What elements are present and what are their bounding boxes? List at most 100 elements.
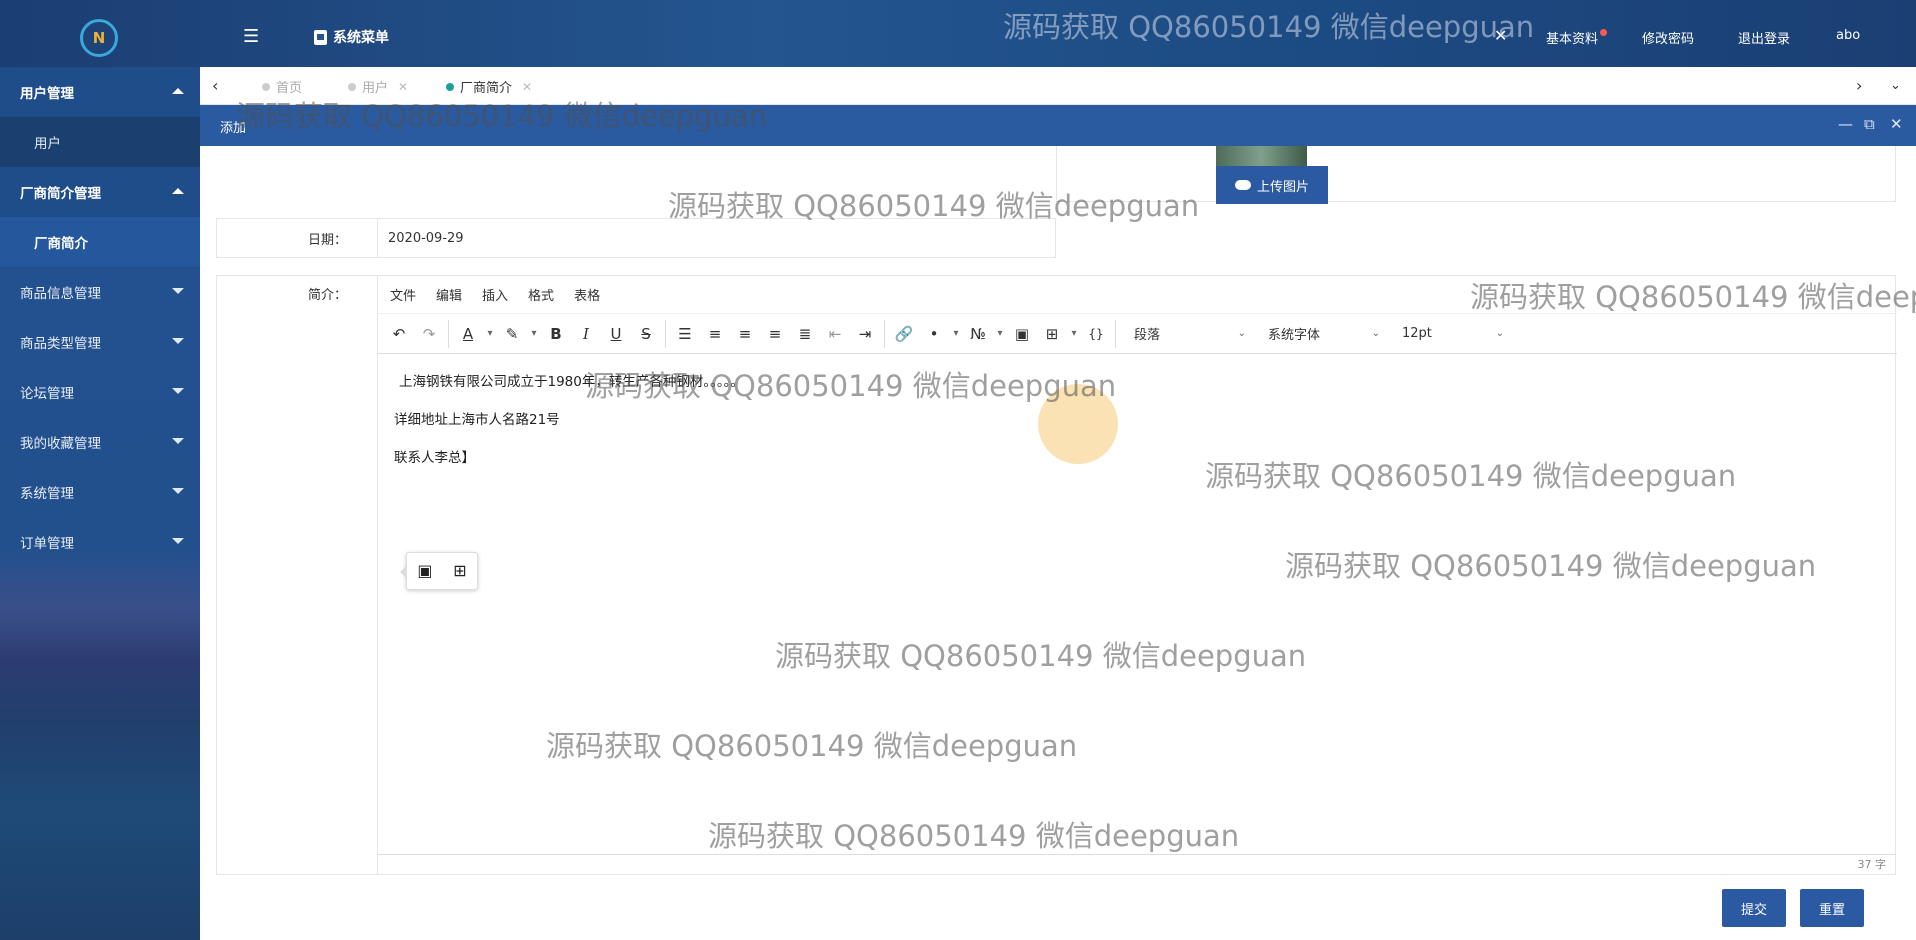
tab-next-icon[interactable]: › (1856, 76, 1862, 95)
rich-text-editor: 文件 编辑 插入 格式 表格 ↶ ↷ A ▾ ✎ ▾ B I U S ☰ ≡ ≡… (377, 276, 1897, 874)
image-icon[interactable]: ▣ (1007, 319, 1037, 349)
menu-file[interactable]: 文件 (390, 285, 416, 304)
dialog-title: 添加 (220, 121, 247, 136)
uploaded-image-thumbnail[interactable] (1216, 146, 1307, 166)
sidebar-group-label: 商品类型管理 (20, 336, 101, 352)
chevron-down-icon[interactable]: ▾ (1067, 319, 1081, 349)
redo-icon[interactable]: ↷ (414, 319, 444, 349)
outdent-icon[interactable]: ⇤ (820, 319, 850, 349)
undo-icon[interactable]: ↶ (384, 319, 414, 349)
font-family-value: 系统字体 (1268, 328, 1321, 343)
sidebar-group-user[interactable]: 用户管理 (0, 67, 200, 117)
align-center-icon[interactable]: ≡ (730, 319, 760, 349)
app-logo[interactable]: N (80, 19, 118, 57)
align-left-icon[interactable]: ≡ (700, 319, 730, 349)
italic-icon[interactable]: I (571, 319, 601, 349)
sidebar-group-favorites[interactable]: 我的收藏管理 (0, 417, 200, 467)
cursor-highlight (1038, 384, 1118, 464)
font-family-select[interactable]: 系统字体 ⌄ (1260, 319, 1388, 349)
system-menu-button[interactable]: 系统菜单 (314, 27, 389, 47)
fullscreen-icon[interactable]: ✕ (1494, 26, 1507, 45)
quick-image-icon[interactable]: ▣ (417, 561, 432, 581)
intro-row: 简介： 文件 编辑 插入 格式 表格 ↶ ↷ A ▾ ✎ ▾ B I U S ☰… (216, 275, 1897, 875)
toolbar-divider (1115, 319, 1116, 348)
tab-label: 首页 (276, 81, 303, 96)
caret-down-icon (172, 288, 184, 294)
chevron-down-icon[interactable]: ▾ (993, 319, 1007, 349)
indent-icon[interactable]: ⇥ (850, 319, 880, 349)
editor-menubar: 文件 编辑 插入 格式 表格 (378, 276, 1897, 314)
system-menu-label: 系统菜单 (333, 30, 389, 46)
menu-insert[interactable]: 插入 (482, 285, 508, 304)
reset-button[interactable]: 重置 (1800, 889, 1864, 927)
sidebar-group-label: 厂商简介管理 (20, 186, 101, 202)
text-color-icon[interactable]: A (453, 319, 483, 349)
sidebar-item-vendor-intro[interactable]: 厂商简介 (0, 217, 200, 267)
caret-down-icon (172, 488, 184, 494)
dialog-header: 添加 — ⧉ ✕ (200, 105, 1916, 146)
tab-label: 厂商简介 (460, 81, 513, 96)
tab-user[interactable]: 用户 ✕ (348, 77, 408, 96)
bullet-list-icon[interactable]: • (919, 319, 949, 349)
minimize-icon[interactable]: — (1838, 115, 1853, 133)
chevron-down-icon[interactable]: ▾ (483, 319, 497, 349)
sidebar-group-system[interactable]: 系统管理 (0, 467, 200, 517)
sidebar-group-orders[interactable]: 订单管理 (0, 517, 200, 567)
bold-icon[interactable]: B (541, 319, 571, 349)
maximize-icon[interactable]: ⧉ (1864, 115, 1875, 133)
submit-button[interactable]: 提交 (1722, 889, 1786, 927)
strikethrough-icon[interactable]: S (631, 319, 661, 349)
tab-dot (446, 82, 454, 91)
font-size-select[interactable]: 12pt ⌄ (1394, 319, 1512, 349)
code-sample-icon[interactable]: {} (1081, 319, 1111, 349)
dialog-content: 上传图片 日期： 简介： 文件 编辑 插入 格式 表格 ↶ ↷ A ▾ ✎ ▾ … (200, 146, 1916, 940)
quick-table-icon[interactable]: ⊞ (453, 561, 466, 581)
top-header: N ☰ 系统菜单 ✕ 基本资料 修改密码 退出登录 abo (0, 0, 1916, 67)
tab-dot (348, 82, 356, 91)
change-password-link[interactable]: 修改密码 (1642, 28, 1694, 47)
block-format-select[interactable]: 段落 ⌄ (1126, 319, 1254, 349)
editor-body[interactable]: 上海钢铁有限公司成立于1980年，转生产各种钢材。。。。。 详细地址上海市人名路… (378, 354, 1896, 854)
tab-bar: ‹ 首页 用户 ✕ 厂商简介 ✕ › ⌄ (200, 67, 1916, 105)
tab-home[interactable]: 首页 (262, 77, 302, 96)
sidebar-group-label: 我的收藏管理 (20, 436, 101, 452)
highlight-color-icon[interactable]: ✎ (497, 319, 527, 349)
table-icon[interactable]: ⊞ (1037, 319, 1067, 349)
logout-link[interactable]: 退出登录 (1738, 28, 1790, 47)
close-icon[interactable]: ✕ (1890, 115, 1903, 133)
caret-up-icon (172, 88, 184, 94)
chevron-down-icon[interactable]: ▾ (949, 319, 963, 349)
sidebar-item-user[interactable]: 用户 (0, 117, 200, 167)
align-right-icon[interactable]: ≡ (760, 319, 790, 349)
link-icon[interactable]: 🔗 (889, 319, 919, 349)
editor-paragraph: 上海钢铁有限公司成立于1980年，转生产各种钢材。。。。。 (399, 374, 744, 390)
chevron-down-icon: ⌄ (1237, 328, 1246, 339)
align-justify-icon[interactable]: ≣ (790, 319, 820, 349)
chevron-down-icon[interactable]: ▾ (527, 319, 541, 349)
date-input[interactable] (377, 219, 1055, 257)
sidebar-group-goods-info[interactable]: 商品信息管理 (0, 267, 200, 317)
tab-close-icon[interactable]: ✕ (398, 80, 408, 94)
username[interactable]: abo (1836, 28, 1860, 43)
tab-dropdown-icon[interactable]: ⌄ (1890, 78, 1901, 93)
line-height-icon[interactable]: ☰ (670, 319, 700, 349)
menu-toggle-icon[interactable]: ☰ (243, 26, 259, 47)
sidebar-group-forum[interactable]: 论坛管理 (0, 367, 200, 417)
basic-info-link[interactable]: 基本资料 (1546, 28, 1608, 47)
tab-prev-icon[interactable]: ‹ (212, 76, 218, 95)
sidebar-group-vendor[interactable]: 厂商简介管理 (0, 167, 200, 217)
tab-close-icon[interactable]: ✕ (522, 80, 532, 94)
intro-label: 简介： (307, 288, 347, 303)
numbered-list-icon[interactable]: № (963, 319, 993, 349)
upload-image-button[interactable]: 上传图片 (1216, 166, 1328, 204)
logo-letter: N (92, 29, 106, 47)
tab-vendor-intro[interactable]: 厂商简介 ✕ (446, 77, 532, 96)
menu-table[interactable]: 表格 (574, 285, 600, 304)
menu-format[interactable]: 格式 (528, 285, 554, 304)
date-label: 日期： (307, 233, 347, 248)
sidebar-group-goods-type[interactable]: 商品类型管理 (0, 317, 200, 367)
sidebar-group-label: 商品信息管理 (20, 286, 101, 302)
editor-statusbar: 37 字 (378, 854, 1896, 874)
menu-edit[interactable]: 编辑 (436, 285, 462, 304)
underline-icon[interactable]: U (601, 319, 631, 349)
